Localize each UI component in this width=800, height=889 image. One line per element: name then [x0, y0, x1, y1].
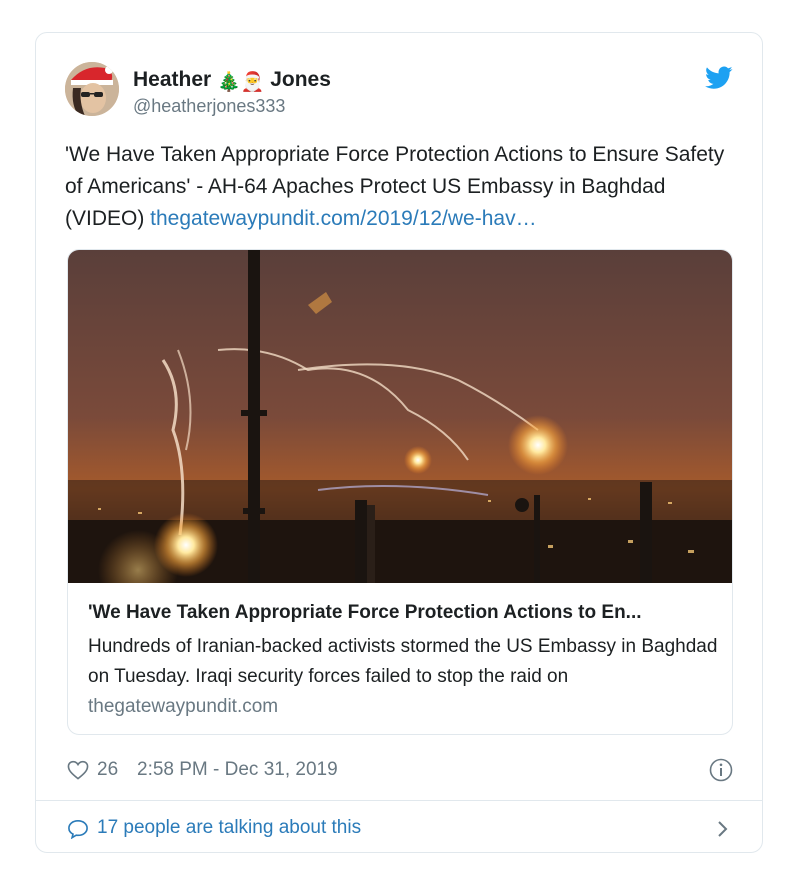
tweet-header: Heather 🎄🎅 Jones @heatherjones333 — [65, 62, 733, 118]
link-preview-body: 'We Have Taken Appropriate Force Protect… — [88, 600, 718, 718]
tweet-text: 'We Have Taken Appropriate Force Protect… — [65, 139, 737, 235]
link-preview-card[interactable]: 'We Have Taken Appropriate Force Protect… — [67, 249, 733, 735]
tweet-timestamp[interactable]: 2:58 PM - Dec 31, 2019 — [137, 759, 338, 781]
conversation-label: 17 people are talking about this — [97, 817, 362, 838]
author-name-emoji: 🎄🎅 — [217, 72, 265, 93]
conversation-link[interactable]: 17 people are talking about this — [67, 814, 733, 844]
author-first-name: Heather — [133, 68, 212, 91]
twitter-bird-icon[interactable] — [705, 66, 733, 90]
author-handle[interactable]: @heatherjones333 — [133, 96, 285, 117]
heart-icon[interactable] — [67, 760, 89, 780]
embedded-tweet-card: Heather 🎄🎅 Jones @heatherjones333 'We Ha… — [35, 32, 763, 853]
avatar-photo — [65, 62, 119, 116]
tweet-meta: 26 2:58 PM - Dec 31, 2019 — [67, 756, 733, 786]
avatar[interactable] — [65, 62, 119, 116]
chevron-right-icon — [718, 821, 728, 837]
tweet-link[interactable]: thegatewaypundit.com/2019/12/we-hav… — [150, 207, 536, 230]
divider — [36, 800, 762, 801]
like-count[interactable]: 26 — [97, 759, 118, 781]
speech-bubble-icon — [68, 819, 88, 839]
author-last-name: Jones — [270, 68, 331, 91]
author-name[interactable]: Heather 🎄🎅 Jones — [133, 68, 331, 94]
info-icon[interactable] — [709, 758, 733, 782]
link-description: Hundreds of Iranian-backed activists sto… — [88, 636, 718, 687]
night-flares-photo — [68, 250, 732, 583]
link-title: 'We Have Taken Appropriate Force Protect… — [88, 602, 642, 623]
link-domain: thegatewaypundit.com — [88, 696, 279, 717]
